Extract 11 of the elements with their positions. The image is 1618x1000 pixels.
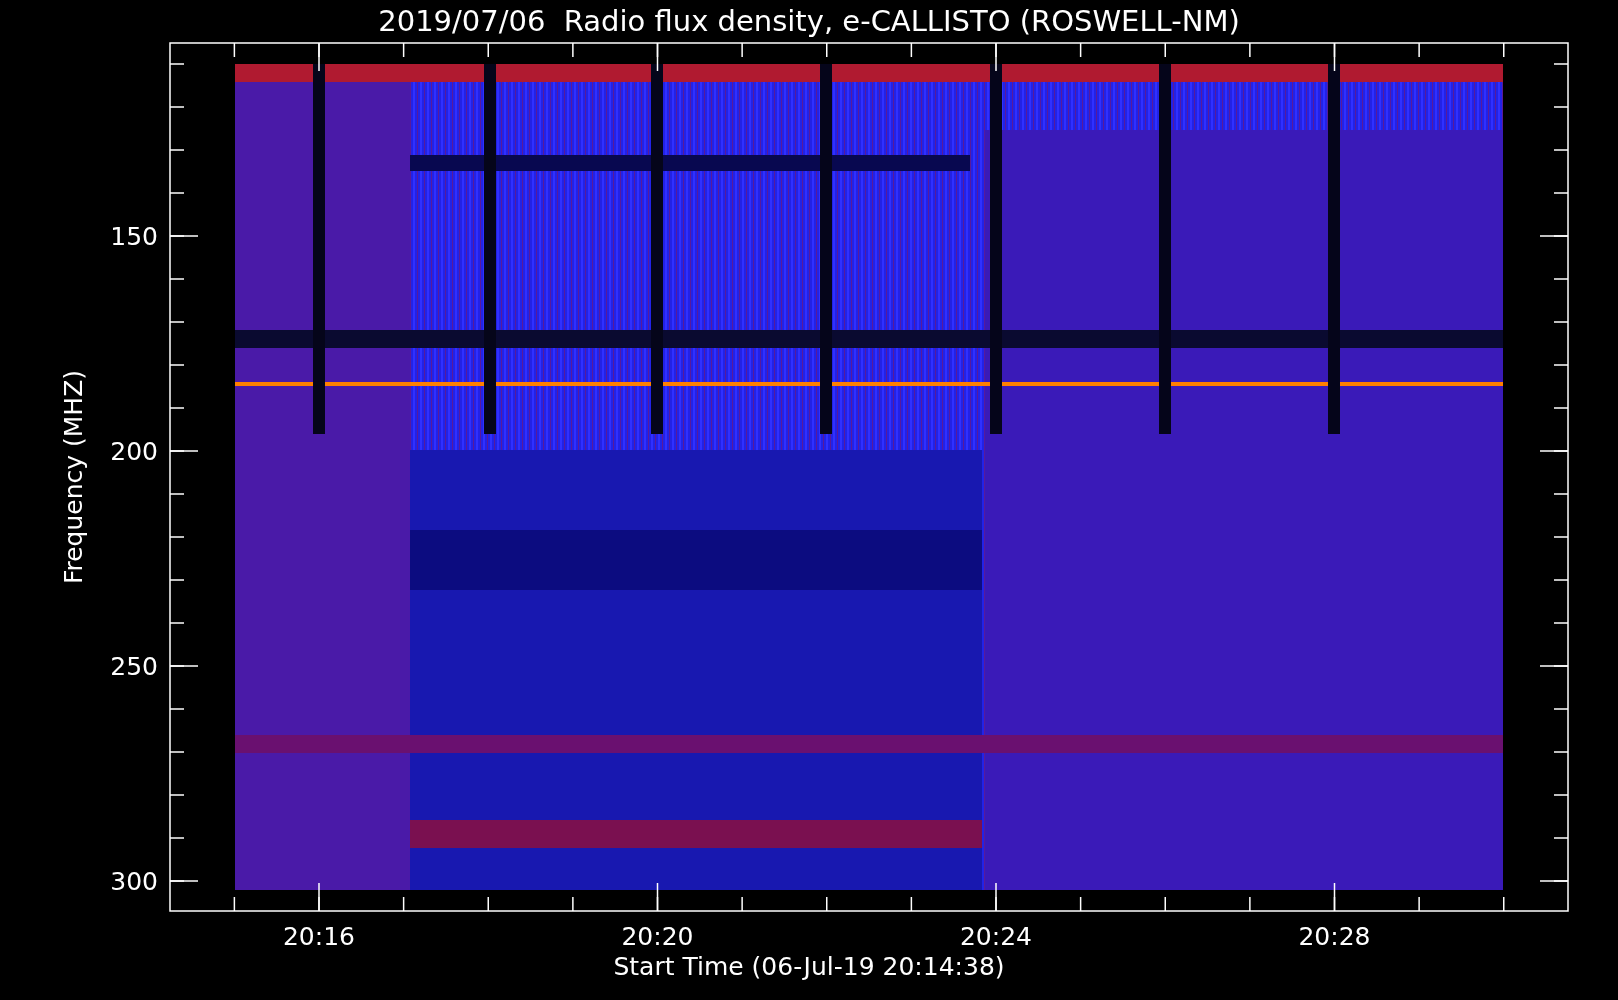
tick-label: 250 bbox=[110, 652, 158, 681]
axis-title: Start Time (06-Jul-19 20:14:38) bbox=[613, 952, 1005, 981]
axis-title: Frequency (MHZ) bbox=[59, 369, 88, 585]
plot-title: 2019/07/06 Radio flux density, e-CALLISTO (ROSWELL-NM) bbox=[378, 4, 1240, 38]
tick-label: 20:20 bbox=[621, 922, 694, 951]
tick-label: 150 bbox=[110, 222, 158, 251]
tick-label: 20:24 bbox=[960, 922, 1032, 951]
tick-label: 300 bbox=[110, 867, 158, 896]
tick-label: 20:16 bbox=[283, 922, 355, 951]
tick-label: 20:28 bbox=[1298, 922, 1371, 951]
tick-label: 200 bbox=[110, 437, 158, 466]
